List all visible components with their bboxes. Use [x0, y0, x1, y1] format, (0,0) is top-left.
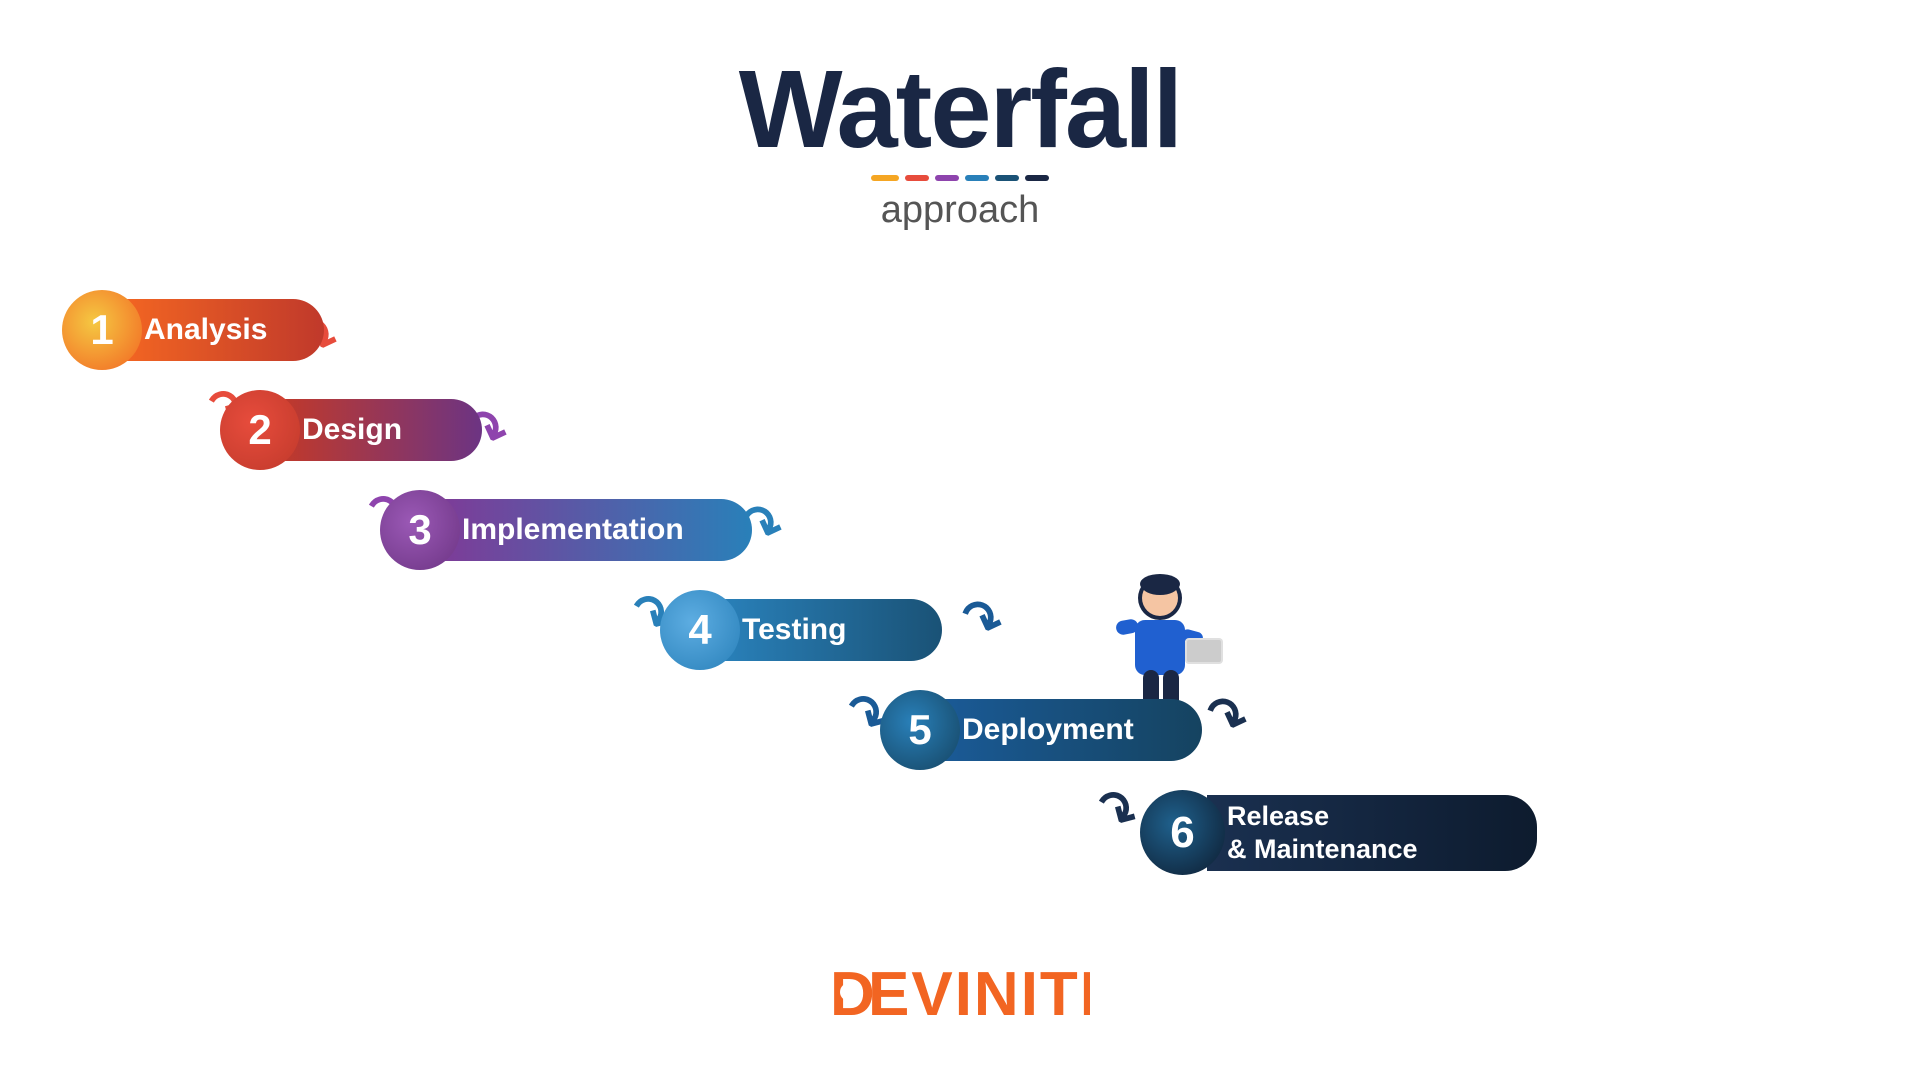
color-bar-segment-3	[935, 175, 959, 181]
color-bar-segment-4	[965, 175, 989, 181]
step-2: 2 Design	[220, 390, 482, 470]
step-2-number: 2	[248, 406, 271, 454]
step-3: 3 Implementation	[380, 490, 752, 570]
step-6-number: 6	[1170, 808, 1194, 858]
color-bar-segment-5	[995, 175, 1019, 181]
arrow-7: ↷	[953, 589, 1009, 650]
step-1-badge: 1	[62, 290, 142, 370]
step-6: 6 Release& Maintenance	[1140, 790, 1537, 875]
step-6-label-text: Release& Maintenance	[1227, 800, 1418, 865]
step-5: 5 Deployment	[880, 690, 1202, 770]
step-4: 4 Testing	[660, 590, 942, 670]
step-1-number: 1	[90, 306, 113, 354]
step-4-label: Testing	[722, 599, 942, 661]
step-4-badge: 4	[660, 590, 740, 670]
color-bar	[0, 175, 1920, 181]
step-5-number: 5	[908, 706, 931, 754]
arrow-10: ↷	[1085, 779, 1146, 843]
step-2-badge: 2	[220, 390, 300, 470]
step-1: 1 Analysis	[62, 290, 324, 370]
step-2-label: Design	[282, 399, 482, 461]
step-6-label: Release& Maintenance	[1207, 795, 1537, 871]
step-1-label: Analysis	[124, 299, 324, 361]
color-bar-segment-6	[1025, 175, 1049, 181]
logo: D EVINITI	[830, 957, 1090, 1040]
page-title-sub: approach	[0, 189, 1920, 232]
svg-text:EVINITI: EVINITI	[868, 960, 1090, 1027]
page-title-main: Waterfall	[0, 55, 1920, 165]
step-3-badge: 3	[380, 490, 460, 570]
color-bar-segment-1	[871, 175, 899, 181]
step-3-label: Implementation	[442, 499, 752, 561]
step-6-badge: 6	[1140, 790, 1225, 875]
title-area: Waterfall approach	[0, 0, 1920, 232]
step-5-badge: 5	[880, 690, 960, 770]
step-5-label: Deployment	[942, 699, 1202, 761]
step-3-number: 3	[408, 506, 431, 554]
step-4-number: 4	[688, 606, 711, 654]
color-bar-segment-2	[905, 175, 929, 181]
